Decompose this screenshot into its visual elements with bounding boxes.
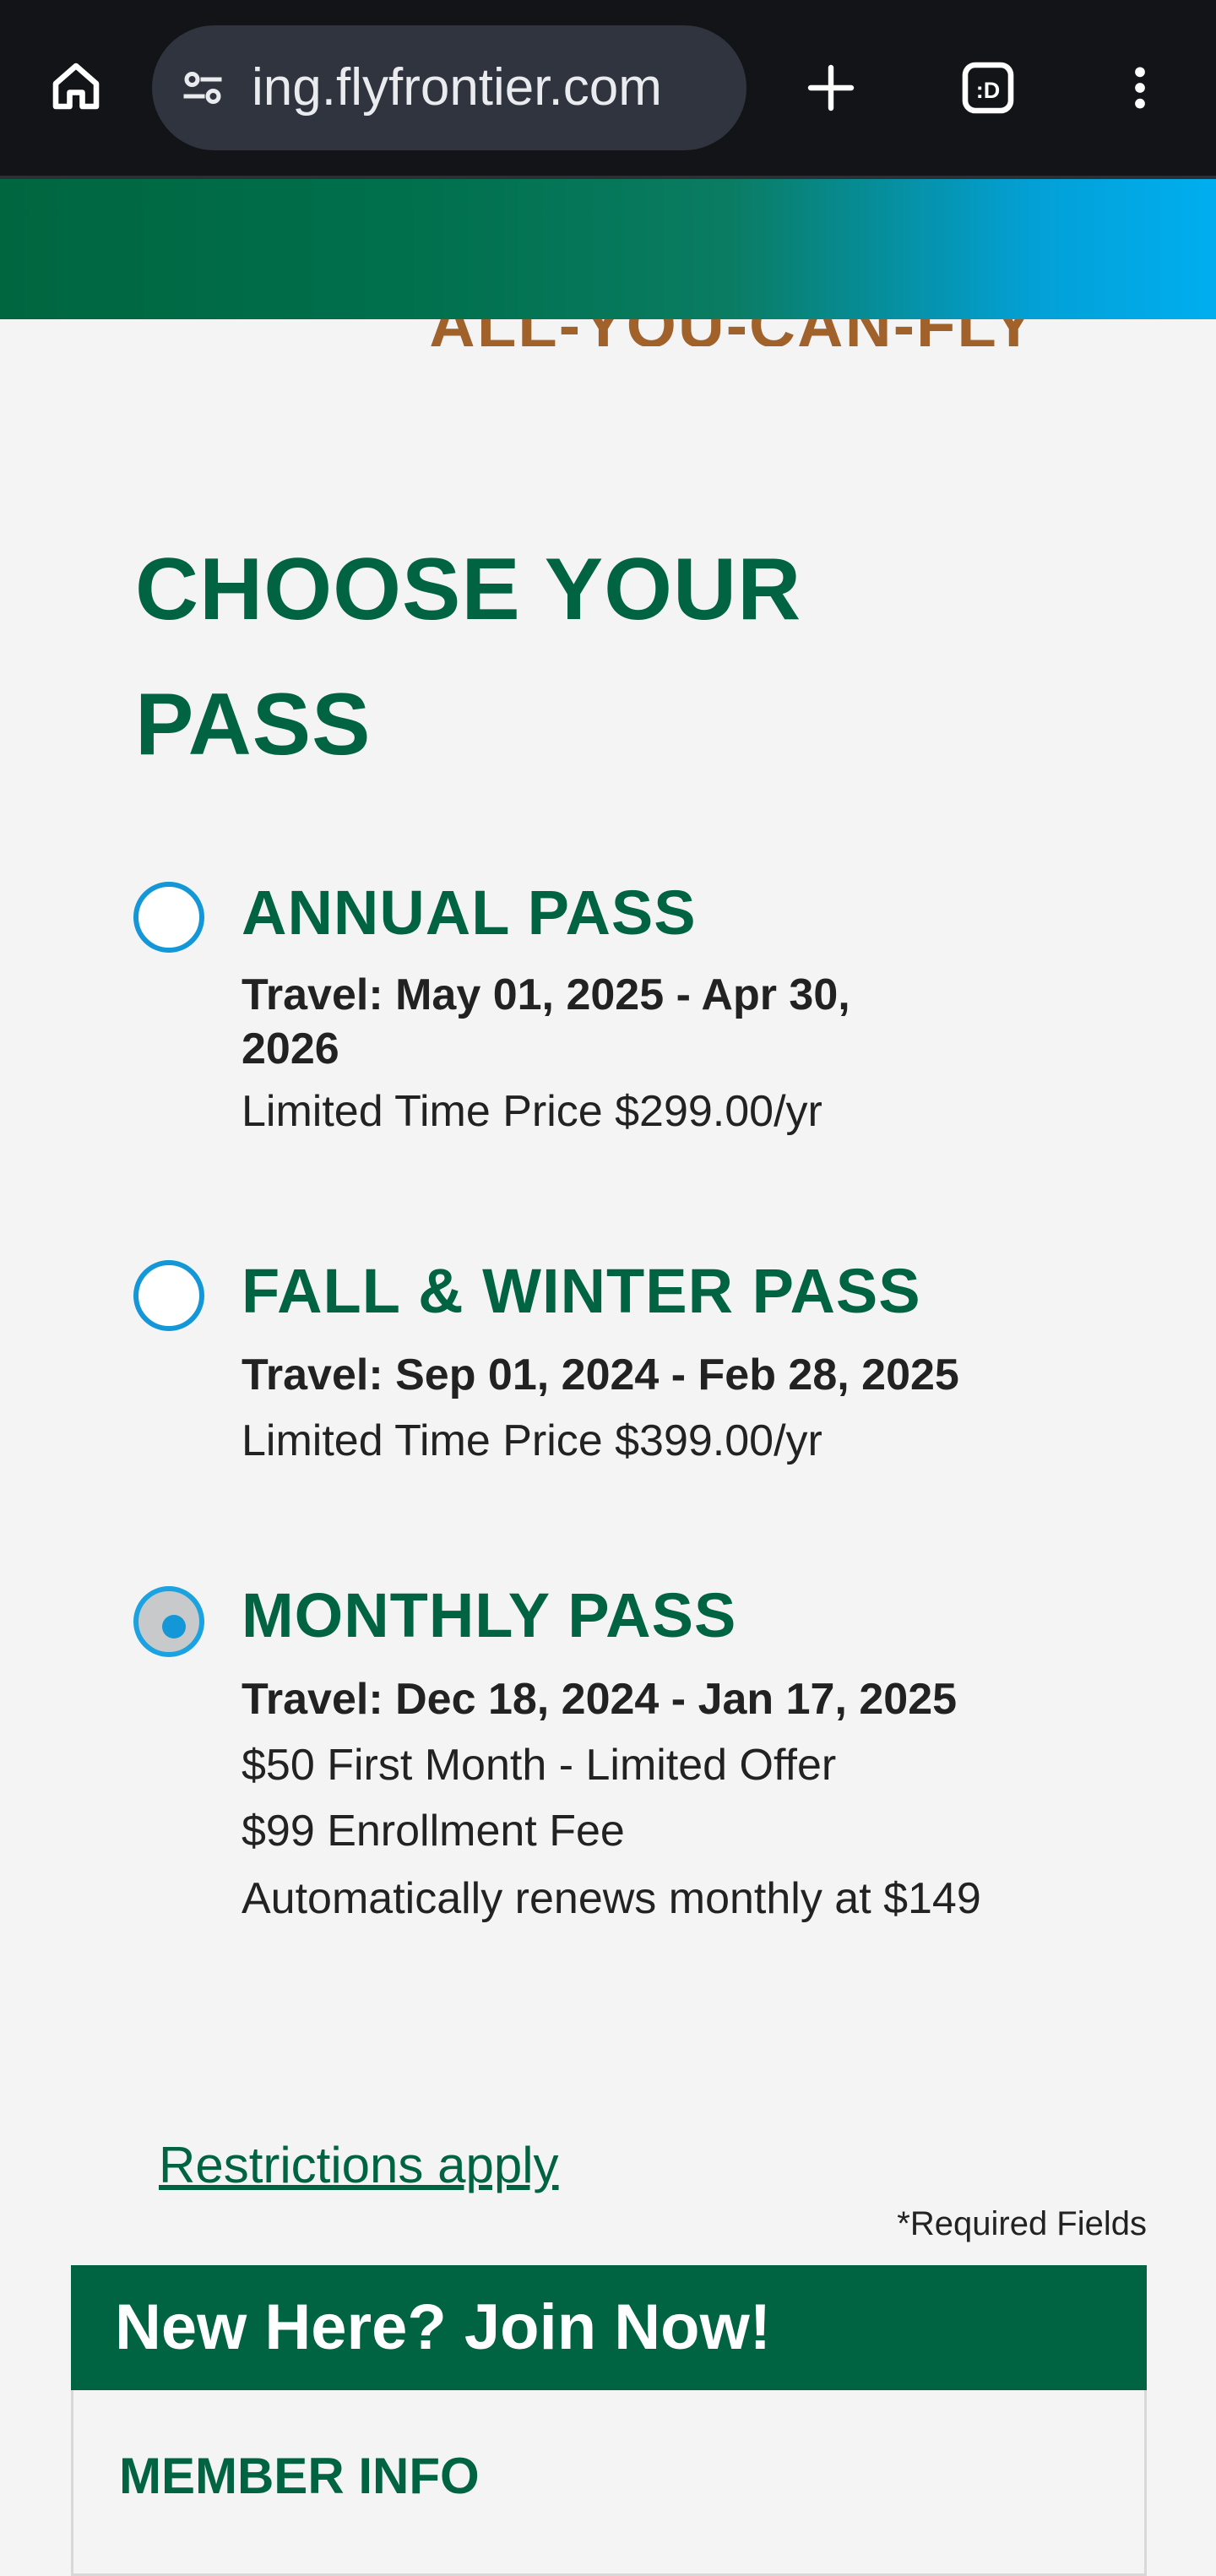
pass-option-fall-winter[interactable]: FALL & WINTER PASS Travel: Sep 01, 2024 … [133,1253,1096,1473]
pass-enrollment-fee: $99 Enrollment Fee [242,1807,625,1856]
pass-title: MONTHLY PASS [242,1580,737,1650]
required-fields-note: *Required Fields [897,2205,1147,2242]
pass-travel-dates: Travel: Dec 18, 2024 - Jan 17, 2025 [242,1675,958,1724]
site-settings-icon[interactable] [177,62,228,113]
pass-renewal: Automatically renews monthly at $149 [242,1874,981,1923]
url-text[interactable]: ing.flyfrontier.com [252,54,741,122]
home-icon[interactable] [42,52,110,120]
promo-heading: ALL-YOU-CAN-FLY [429,319,1037,346]
pass-option-annual[interactable]: ANNUAL PASS Travel: May 01, 2025 - Apr 3… [133,875,1096,1145]
address-bar[interactable]: ing.flyfrontier.com [152,25,746,150]
pass-travel-dates: Travel: May 01, 2025 - Apr 30, 2026 [242,970,850,1073]
promo-heading-clip: ALL-YOU-CAN-FLY [0,319,1216,346]
tab-count-label: :D [976,78,1001,103]
more-menu-icon[interactable] [1106,54,1174,122]
new-tab-icon[interactable] [797,54,865,122]
restrictions-link[interactable]: Restrictions apply [159,2132,559,2199]
pass-option-monthly[interactable]: MONTHLY PASS Travel: Dec 18, 2024 - Jan … [133,1578,1096,1983]
annual-pass-radio[interactable] [133,882,204,953]
pass-price: Limited Time Price $399.00/yr [242,1416,822,1465]
page-title-line1: CHOOSE YOUR [135,541,802,639]
browser-toolbar: ing.flyfrontier.com :D [0,0,1216,176]
join-now-header: New Here? Join Now! [71,2265,1147,2390]
pass-price: Limited Time Price $299.00/yr [242,1087,822,1136]
radio-selected-dot [162,1615,186,1639]
member-info-heading: MEMBER INFO [119,2448,480,2504]
pass-title: FALL & WINTER PASS [242,1256,921,1326]
page-title: CHOOSE YOUR PASS [135,522,1064,792]
tab-switcher-icon[interactable]: :D [954,54,1022,122]
site-header-band [0,179,1216,319]
monthly-pass-radio[interactable] [133,1586,204,1657]
member-info-section: MEMBER INFO [71,2390,1147,2576]
pass-offer: $50 First Month - Limited Offer [242,1741,837,1790]
pass-title: ANNUAL PASS [242,878,697,948]
join-now-title: New Here? Join Now! [115,2291,771,2363]
pass-travel-dates: Travel: Sep 01, 2024 - Feb 28, 2025 [242,1350,959,1399]
page-title-line2: PASS [135,676,372,774]
fall-winter-pass-radio[interactable] [133,1260,204,1331]
